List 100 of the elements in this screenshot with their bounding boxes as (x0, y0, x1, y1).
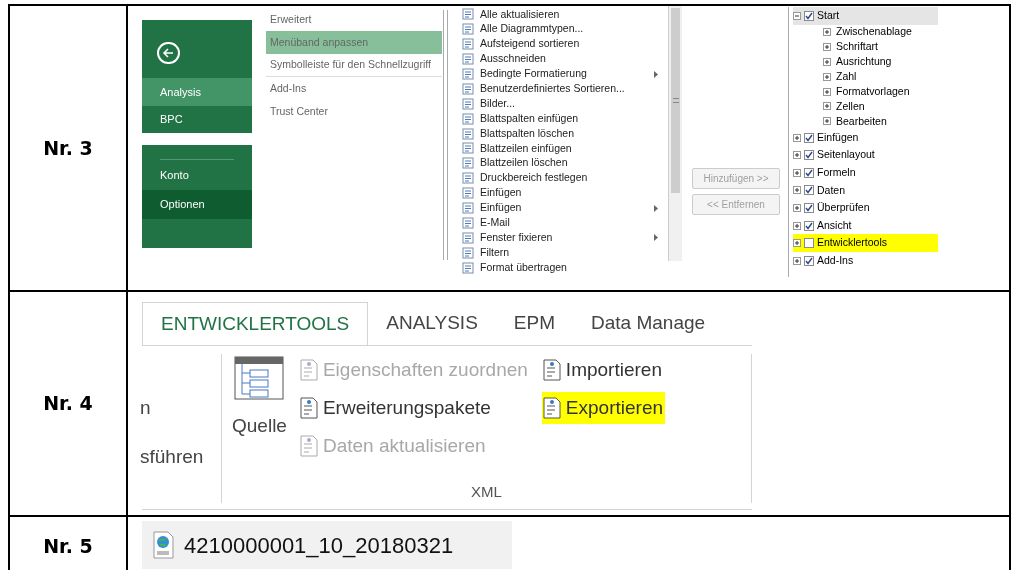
expand-icon (823, 117, 831, 126)
options-category[interactable]: Symbolleiste für den Schnellzugriff (266, 54, 442, 77)
ribbon-tab[interactable]: ENTWICKLERTOOLS (142, 302, 369, 345)
expand-icon (823, 28, 831, 37)
tree-item[interactable]: Ansicht (793, 216, 938, 235)
command-item[interactable]: Ausschneiden (480, 51, 668, 67)
expand-icon (823, 87, 831, 96)
document-icon (298, 359, 319, 381)
options-category[interactable]: Trust Center (266, 100, 442, 123)
row-label: Nr. 3 (43, 135, 93, 161)
ribbon-command[interactable]: Importieren (541, 354, 666, 386)
tree-item[interactable]: Zahl (836, 68, 857, 85)
command-item[interactable]: Druckbereich festlegen (480, 170, 668, 187)
file-item[interactable]: 4210000001_10_20180321 (142, 521, 512, 569)
tree-item[interactable]: Ausrichtung (836, 53, 892, 70)
ribbon-tab[interactable]: EPM (495, 302, 573, 345)
document-icon (298, 397, 319, 419)
options-category[interactable]: Add-Ins (266, 77, 442, 100)
sheet-icon (462, 142, 474, 155)
ribbon-command[interactable]: n (140, 394, 221, 423)
checkbox[interactable] (804, 10, 814, 21)
tree-label: Ansicht (817, 217, 852, 233)
sheet-icon (462, 246, 474, 259)
expand-icon (823, 102, 831, 111)
tree-item[interactable]: Formatvorlagen (836, 83, 910, 100)
document-icon (298, 435, 319, 457)
tree-item[interactable]: Add-Ins (793, 252, 938, 270)
command-item[interactable]: Alle Diagrammtypen... (480, 21, 668, 38)
checkbox[interactable] (804, 220, 814, 231)
tree-item[interactable]: Einfügen (793, 128, 938, 147)
sheet-icon (462, 68, 474, 80)
tree-item[interactable]: Bearbeiten (836, 113, 887, 130)
backstage-item[interactable]: BPC (142, 105, 252, 133)
tree-label: Daten (817, 182, 846, 198)
checkmark-icon (805, 256, 813, 265)
command-item[interactable]: Bilder... (480, 95, 668, 112)
tree-label: Seitenlayout (817, 147, 875, 163)
tree-item[interactable]: Daten (793, 181, 938, 200)
tree-item[interactable]: Entwicklertools (793, 234, 938, 252)
tree-label: Add-Ins (817, 252, 854, 268)
sheet-icon (462, 112, 474, 125)
document-icon (541, 397, 562, 419)
checkbox[interactable] (804, 150, 814, 161)
checkmark-icon (805, 204, 813, 212)
command-item[interactable]: Einfügen (480, 185, 668, 201)
command-item[interactable]: Einfügen (480, 200, 648, 216)
command-item[interactable]: Blattzeilen einfügen (480, 140, 668, 157)
command-item[interactable]: E-Mail (480, 215, 668, 231)
sheet-icon (462, 187, 474, 200)
scrollbar-thumb[interactable] (671, 8, 680, 193)
checkbox[interactable] (804, 238, 814, 249)
tree-item[interactable]: Zwischenablage (836, 24, 912, 40)
sheet-icon (462, 157, 474, 170)
command-item[interactable]: Format übertragen (480, 259, 668, 276)
ribbon-tab[interactable]: ANALYSIS (368, 302, 496, 345)
sheet-icon (462, 53, 474, 66)
backstage-item[interactable]: Konto (142, 161, 252, 190)
tree-item[interactable]: Seitenlayout (793, 146, 938, 164)
ribbon-tab[interactable]: Data Manage (573, 302, 724, 345)
command-item[interactable]: Alle aktualisieren (480, 6, 668, 23)
tree-item[interactable]: Überprüfen (793, 199, 938, 217)
checkbox[interactable] (804, 132, 814, 143)
tree-label: Formeln (817, 164, 856, 180)
command-item[interactable]: Bedingte Formatierung (480, 66, 648, 82)
sheet-icon (462, 231, 474, 244)
tree-item[interactable]: Formeln (793, 164, 938, 182)
tree-item[interactable]: Schriftart (836, 39, 878, 55)
sheet-icon (462, 202, 474, 214)
checkbox[interactable] (804, 185, 814, 196)
command-item[interactable]: Filtern (480, 244, 668, 261)
command-item[interactable]: Blattspalten löschen (480, 125, 668, 142)
sheet-icon (462, 127, 474, 140)
sheet-icon (462, 8, 474, 21)
source-button[interactable]: Quelle (232, 354, 287, 464)
command-item[interactable]: Blattzeilen löschen (480, 155, 668, 172)
tree-label: Einfügen (817, 129, 859, 145)
ribbon-command[interactable]: Exportieren (541, 392, 666, 424)
command-item[interactable]: Fenster fixieren (480, 229, 648, 246)
command-item[interactable]: Blattspalten einfügen (480, 110, 668, 127)
options-category[interactable]: Erweitert (266, 8, 442, 31)
back-button[interactable] (157, 42, 180, 64)
table-structure-icon (234, 356, 285, 400)
sheet-icon (462, 261, 474, 274)
tree-item[interactable]: Zellen (836, 98, 865, 115)
ribbon-command[interactable]: sführen (140, 442, 221, 471)
tree-item[interactable]: Start (793, 7, 938, 25)
backstage-item[interactable]: Analysis (142, 78, 252, 106)
back-arrow-icon (162, 47, 175, 59)
backstage-item[interactable]: Optionen (142, 190, 252, 219)
tree-label: Überprüfen (817, 200, 870, 216)
document-icon (541, 359, 562, 381)
row-label: Nr. 5 (43, 533, 93, 559)
command-item[interactable]: Aufsteigend sortieren (480, 36, 668, 53)
command-item[interactable]: Benutzerdefiniertes Sortieren... (480, 81, 668, 97)
checkbox[interactable] (804, 167, 814, 178)
sheet-icon (462, 216, 474, 229)
checkbox[interactable] (804, 255, 814, 266)
checkbox[interactable] (804, 203, 814, 213)
scrollbar[interactable] (668, 6, 682, 261)
ribbon-command[interactable]: Erweiterungspakete (298, 392, 530, 424)
